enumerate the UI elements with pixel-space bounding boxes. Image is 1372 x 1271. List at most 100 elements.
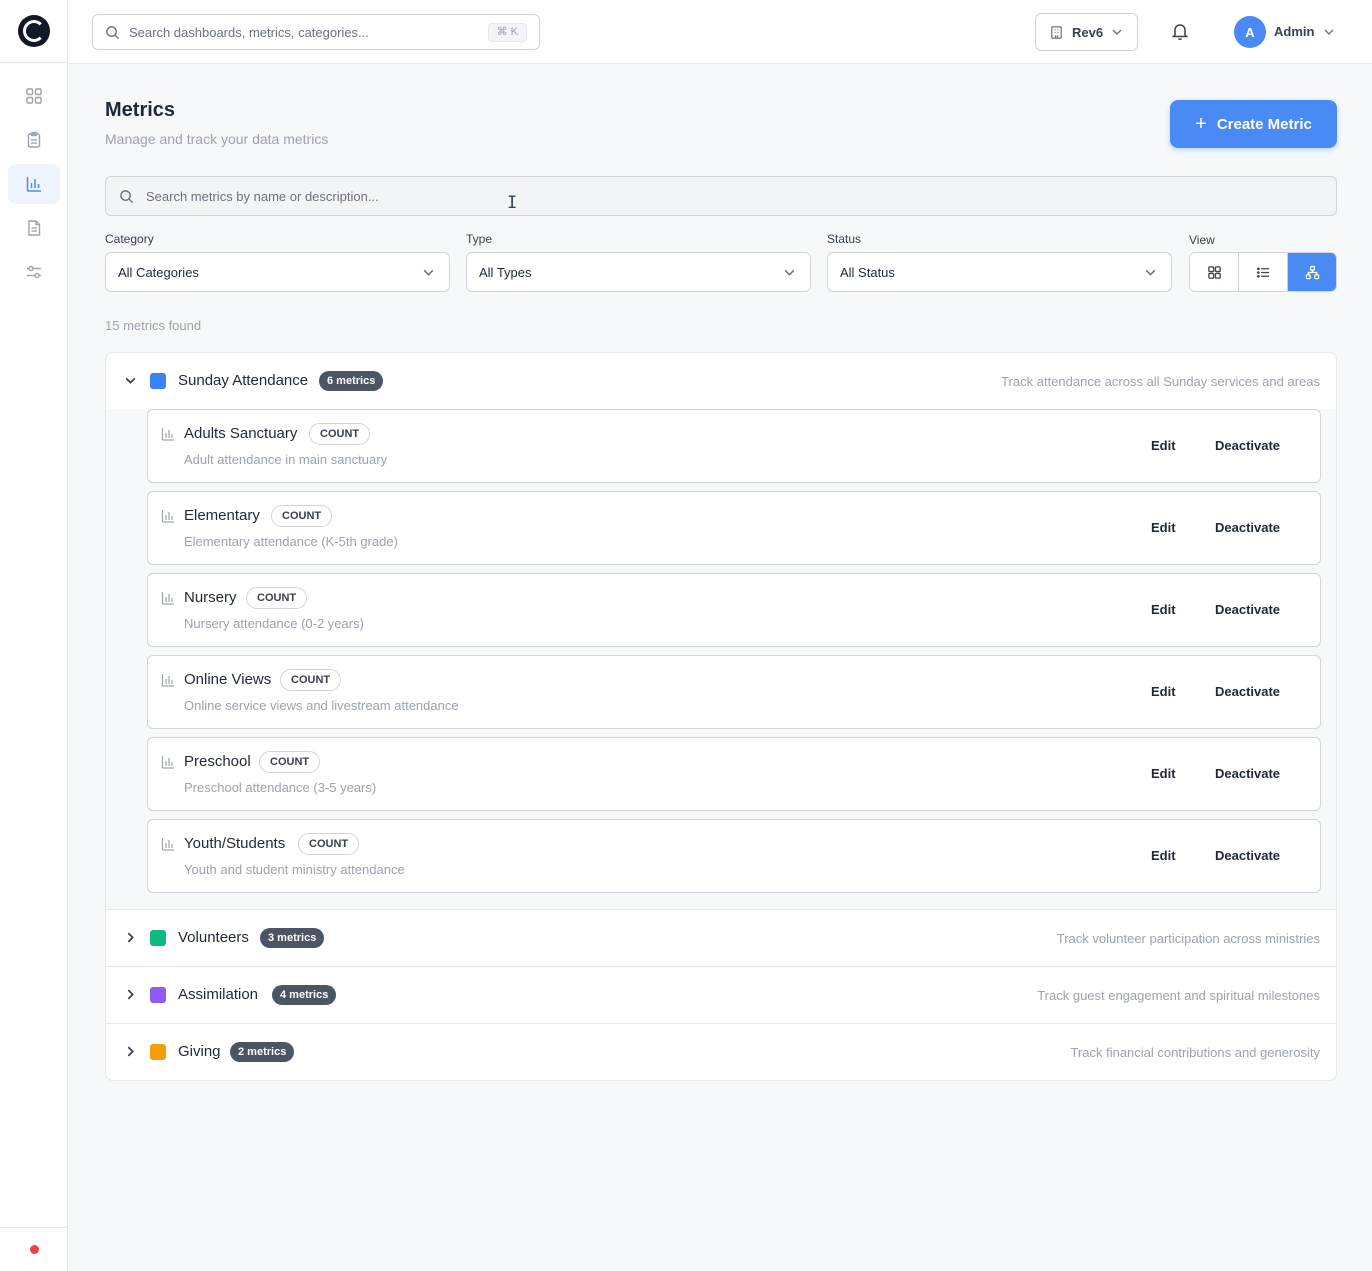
status-filter-value: All Status xyxy=(840,264,895,280)
view-label: View xyxy=(1189,233,1215,247)
group-description: Track attendance across all Sunday servi… xyxy=(1001,374,1320,389)
group-header-sunday-attendance[interactable]: Sunday Attendance 6 metrics Track attend… xyxy=(106,353,1336,409)
page-title: Metrics xyxy=(105,99,176,121)
document-icon xyxy=(28,220,41,236)
group-name: Volunteers xyxy=(178,929,249,946)
chevron-down-icon xyxy=(1145,269,1156,276)
app-logo[interactable] xyxy=(0,0,68,63)
building-icon xyxy=(1051,25,1062,39)
metric-name: Youth/Students xyxy=(184,835,286,852)
metric-name: Adults Sanctuary xyxy=(184,425,298,442)
deactivate-button[interactable]: Deactivate xyxy=(1215,684,1280,699)
hierarchy-icon xyxy=(1305,265,1319,279)
group-description: Track guest engagement and spiritual mil… xyxy=(1037,988,1320,1003)
create-metric-button[interactable]: + Create Metric xyxy=(1170,100,1337,148)
metric-type-badge: COUNT xyxy=(271,505,333,527)
results-count: 15 metrics found xyxy=(105,318,202,333)
deactivate-button[interactable]: Deactivate xyxy=(1215,602,1280,617)
chevron-right-icon[interactable] xyxy=(124,988,137,1001)
user-menu-chevron-icon[interactable] xyxy=(1323,26,1335,38)
metric-type-badge: COUNT xyxy=(246,587,308,609)
metric-description: Youth and student ministry attendance xyxy=(184,862,405,877)
metric-type-badge: COUNT xyxy=(309,423,371,445)
deactivate-button[interactable]: Deactivate xyxy=(1215,520,1280,535)
metric-card: Online Views COUNT Online service views … xyxy=(147,655,1321,729)
group-header-volunteers[interactable]: Volunteers 3 metrics Track volunteer par… xyxy=(106,910,1336,966)
grid-icon xyxy=(1207,265,1221,279)
metric-description: Adult attendance in main sanctuary xyxy=(184,452,388,467)
topbar: Search dashboards, metrics, categories..… xyxy=(68,0,1372,64)
category-color-swatch xyxy=(150,930,166,946)
group-name: Giving xyxy=(178,1043,221,1060)
edit-button[interactable]: Edit xyxy=(1151,602,1176,617)
user-avatar[interactable]: A xyxy=(1234,16,1266,48)
chevron-right-icon[interactable] xyxy=(124,931,137,944)
deactivate-button[interactable]: Deactivate xyxy=(1215,848,1280,863)
group-header-assimilation[interactable]: Assimilation 4 metrics Track guest engag… xyxy=(106,967,1336,1023)
metric-name: Online Views xyxy=(184,671,272,688)
chevron-down-icon xyxy=(1112,29,1122,35)
organization-name: Rev6 xyxy=(1072,24,1104,40)
metric-type-badge: COUNT xyxy=(280,669,342,691)
edit-button[interactable]: Edit xyxy=(1151,520,1176,535)
list-view-button[interactable] xyxy=(1239,253,1288,291)
bar-chart-icon xyxy=(161,674,174,687)
chevron-down-icon[interactable] xyxy=(124,374,137,387)
plus-icon: + xyxy=(1195,113,1207,135)
chevron-down-icon xyxy=(423,269,434,276)
bar-chart-icon xyxy=(26,177,41,192)
group-header-giving[interactable]: Giving 2 metrics Track financial contrib… xyxy=(106,1024,1336,1080)
status-dot-icon xyxy=(29,1245,39,1254)
edit-button[interactable]: Edit xyxy=(1151,848,1176,863)
user-name[interactable]: Admin xyxy=(1274,24,1314,39)
grid-view-button[interactable] xyxy=(1190,253,1239,291)
organization-selector[interactable]: Rev6 xyxy=(1035,13,1138,51)
category-color-swatch xyxy=(150,1044,166,1060)
deactivate-button[interactable]: Deactivate xyxy=(1215,438,1280,453)
metric-card: Youth/Students COUNT Youth and student m… xyxy=(147,819,1321,893)
category-color-swatch xyxy=(150,373,166,389)
metric-type-badge: COUNT xyxy=(298,833,360,855)
metric-card: Elementary COUNT Elementary attendance (… xyxy=(147,491,1321,565)
global-search-input[interactable]: Search dashboards, metrics, categories..… xyxy=(92,14,540,50)
deactivate-button[interactable]: Deactivate xyxy=(1215,766,1280,781)
notifications-bell-icon[interactable] xyxy=(1170,21,1190,41)
sidebar-item-metrics[interactable] xyxy=(8,164,60,204)
category-filter-value: All Categories xyxy=(118,264,199,280)
edit-button[interactable]: Edit xyxy=(1151,766,1176,781)
create-metric-label: Create Metric xyxy=(1216,115,1312,133)
metric-description: Elementary attendance (K-5th grade) xyxy=(184,534,398,549)
edit-button[interactable]: Edit xyxy=(1151,684,1176,699)
status-filter-select[interactable]: All Status xyxy=(827,252,1172,292)
metric-search-input[interactable]: Search metrics by name or description... xyxy=(105,176,1337,216)
logo-icon xyxy=(18,15,50,47)
sidebar-item-settings[interactable] xyxy=(8,252,60,292)
category-filter-select[interactable]: All Categories xyxy=(105,252,450,292)
global-search-placeholder: Search dashboards, metrics, categories..… xyxy=(129,25,369,40)
metric-card: Nursery COUNT Nursery attendance (0-2 ye… xyxy=(147,573,1321,647)
bar-chart-icon xyxy=(161,756,174,769)
search-icon xyxy=(120,190,134,204)
chevron-down-icon xyxy=(784,269,795,276)
tree-view-button[interactable] xyxy=(1288,253,1336,291)
type-filter-select[interactable]: All Types xyxy=(466,252,811,292)
status-filter-label: Status xyxy=(827,232,862,246)
bar-chart-icon xyxy=(161,428,174,441)
metric-groups: Sunday Attendance 6 metrics Track attend… xyxy=(105,352,1337,1081)
search-icon xyxy=(106,26,120,40)
sidebar-item-reports[interactable] xyxy=(8,120,60,160)
category-filter-label: Category xyxy=(105,232,154,246)
edit-button[interactable]: Edit xyxy=(1151,438,1176,453)
metric-description: Online service views and livestream atte… xyxy=(184,698,459,713)
group-name: Sunday Attendance xyxy=(178,372,309,389)
metric-name: Preschool xyxy=(184,753,251,770)
metric-count-badge: 2 metrics xyxy=(230,1042,295,1062)
chevron-right-icon[interactable] xyxy=(124,1045,137,1058)
sidebar-item-documents[interactable] xyxy=(8,208,60,248)
page-subtitle: Manage and track your data metrics xyxy=(105,131,329,147)
metric-description: Preschool attendance (3-5 years) xyxy=(184,780,377,795)
sidebar-item-dashboards[interactable] xyxy=(8,76,60,116)
category-color-swatch xyxy=(150,987,166,1003)
sliders-icon xyxy=(27,265,41,279)
metric-search-placeholder: Search metrics by name or description... xyxy=(146,189,379,204)
